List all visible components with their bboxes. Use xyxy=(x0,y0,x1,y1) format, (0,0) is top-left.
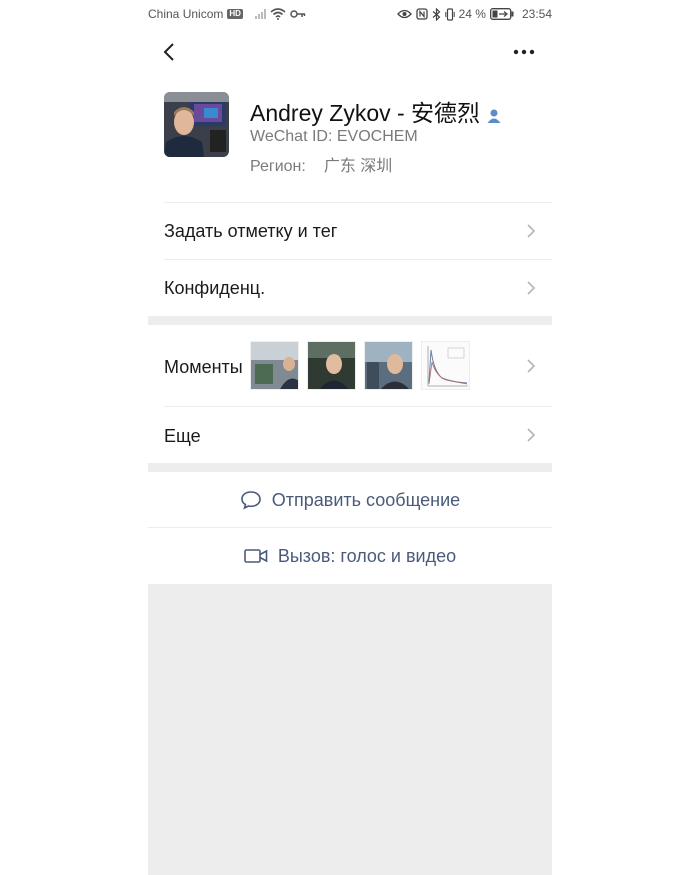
contact-person-icon xyxy=(486,103,502,123)
profile-name: Andrey Zykov - 安德烈 xyxy=(250,94,502,128)
more-label: Еще xyxy=(164,426,201,446)
vibrate-icon xyxy=(444,7,455,21)
chevron-right-icon xyxy=(527,428,536,442)
wifi-icon xyxy=(270,8,286,20)
more-info-row[interactable]: Еще xyxy=(148,407,552,463)
voice-video-call-button[interactable]: Вызов: голос и видео xyxy=(148,528,552,584)
battery-percent: 24 % xyxy=(458,7,486,21)
moment-photo xyxy=(421,341,470,390)
set-remark-label: Задать отметку и тег xyxy=(164,221,338,241)
ellipsis-icon xyxy=(513,49,535,55)
moment-photo xyxy=(250,341,299,390)
signal-icon xyxy=(254,9,266,19)
battery-icon xyxy=(490,8,514,20)
set-remark-and-tag-row[interactable]: Задать отметку и тег xyxy=(148,203,552,259)
moments-thumbnails xyxy=(250,341,470,390)
key-icon xyxy=(290,10,306,18)
call-label: Вызов: голос и видео xyxy=(277,545,457,566)
send-message-button[interactable]: Отправить сообщение xyxy=(148,472,552,528)
status-bar: China Unicom HD 24 % 23:54 xyxy=(148,0,552,28)
hd-badge: HD xyxy=(227,9,243,19)
wechat-id: WeChat ID: EVOCHEM xyxy=(250,128,418,145)
chevron-right-icon xyxy=(527,224,536,238)
nav-bar xyxy=(148,36,552,68)
carrier-name: China Unicom xyxy=(148,7,224,21)
profile-name-text: Andrey Zykov - 安德烈 xyxy=(250,100,481,126)
avatar[interactable] xyxy=(164,92,229,157)
more-options-button[interactable] xyxy=(512,42,536,62)
back-button[interactable] xyxy=(160,42,180,62)
privacy-label: Конфиденц. xyxy=(164,278,266,298)
bluetooth-icon xyxy=(432,7,440,21)
chevron-right-icon xyxy=(527,281,536,295)
profile-header: Andrey Zykov - 安德烈 WeChat ID: EVOCHEM Ре… xyxy=(148,92,552,202)
contact-profile-screen: China Unicom HD 24 % 23:54 Andrey Zykov … xyxy=(0,0,700,875)
region-label: Регион: xyxy=(250,158,306,175)
moment-photo xyxy=(307,341,356,390)
moments-label: Моменты xyxy=(164,357,243,377)
empty-background xyxy=(148,584,552,875)
moment-photo xyxy=(364,341,413,390)
send-message-label: Отправить сообщение xyxy=(271,489,461,510)
video-camera-icon xyxy=(244,548,268,564)
chevron-right-icon xyxy=(527,359,536,373)
region: Регион: 广东 深圳 xyxy=(250,152,392,176)
status-left: China Unicom HD xyxy=(148,7,306,21)
eye-icon xyxy=(396,9,412,19)
chevron-left-icon xyxy=(163,43,174,61)
section-separator xyxy=(148,463,552,472)
privacy-row[interactable]: Конфиденц. xyxy=(148,260,552,316)
status-right: 24 % 23:54 xyxy=(396,7,552,21)
status-time: 23:54 xyxy=(521,7,552,21)
region-value: 广东 深圳 xyxy=(323,158,393,175)
nfc-icon xyxy=(415,8,428,20)
moments-row[interactable]: Моменты xyxy=(148,325,552,406)
section-separator xyxy=(148,316,552,325)
chat-bubble-icon xyxy=(240,490,262,510)
